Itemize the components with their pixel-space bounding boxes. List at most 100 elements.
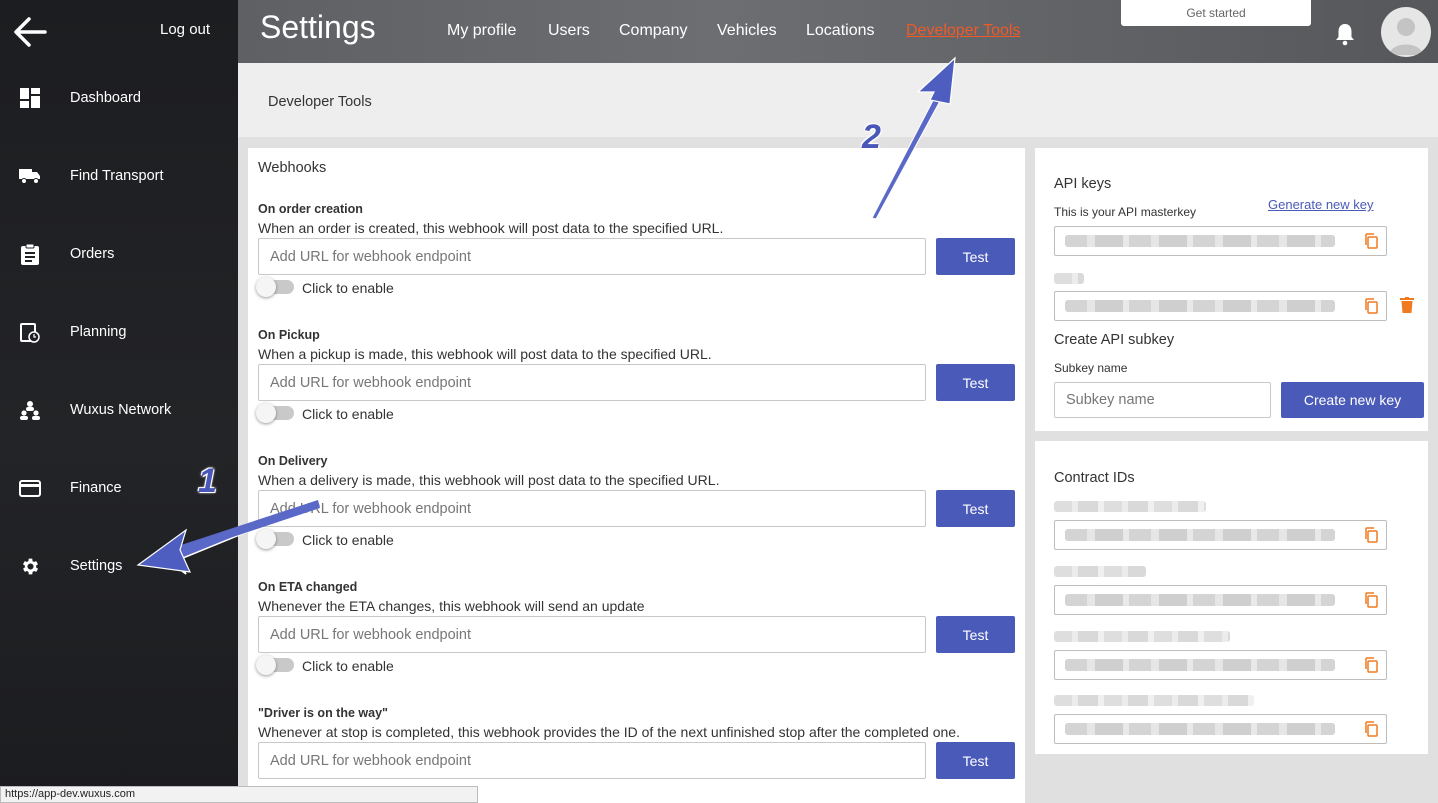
webhook-heading: On Delivery — [258, 454, 328, 468]
sidebar-item-label: Settings — [70, 558, 123, 574]
enable-toggle[interactable] — [256, 655, 294, 675]
webhook-heading: On Pickup — [258, 328, 320, 342]
webhooks-card: Webhooks On order creation When an order… — [248, 148, 1025, 803]
copy-icon[interactable] — [1364, 721, 1378, 737]
sidebar-item-label: Planning — [70, 324, 127, 340]
webhook-delivery: On Delivery When a delivery is made, thi… — [256, 454, 1015, 564]
webhook-description: Whenever at stop is completed, this webh… — [258, 724, 960, 740]
subkey-name-input[interactable] — [1054, 382, 1271, 418]
redacted-value — [1065, 529, 1335, 541]
webhook-url-input[interactable] — [258, 238, 926, 275]
contract-id-field[interactable] — [1054, 650, 1387, 680]
toggle-label: Click to enable — [302, 658, 394, 674]
tab-developer-tools[interactable]: Developer Tools — [906, 22, 1020, 40]
redacted-value — [1065, 594, 1335, 606]
subkey-name-label: Subkey name — [1054, 361, 1128, 375]
gear-icon — [19, 555, 41, 577]
sidebar-item-label: Find Transport — [70, 168, 164, 184]
test-button[interactable]: Test — [936, 742, 1015, 779]
toggle-label: Click to enable — [302, 406, 394, 422]
redacted-value — [1065, 235, 1335, 247]
redacted-value — [1065, 723, 1335, 735]
annotation-number-1: 1 — [198, 462, 217, 500]
toggle-label: Click to enable — [302, 532, 394, 548]
webhook-description: When a delivery is made, this webhook wi… — [258, 472, 720, 488]
page-title: Settings — [260, 9, 376, 45]
masterkey-label: This is your API masterkey — [1054, 205, 1197, 219]
contract-id-field[interactable] — [1054, 714, 1387, 744]
webhook-url-input[interactable] — [258, 742, 926, 779]
network-icon — [19, 399, 41, 421]
truck-icon — [19, 165, 41, 187]
annotation-number-2: 2 — [862, 118, 881, 156]
contract-id-field[interactable] — [1054, 585, 1387, 615]
create-subkey-title: Create API subkey — [1054, 332, 1175, 348]
trash-icon[interactable] — [1400, 297, 1414, 313]
clipboard-icon — [19, 243, 41, 265]
test-button[interactable]: Test — [936, 364, 1015, 401]
redacted-value — [1065, 300, 1335, 312]
webhook-url-input[interactable] — [258, 364, 926, 401]
redacted-value — [1065, 659, 1335, 671]
copy-icon[interactable] — [1364, 233, 1378, 249]
tab-vehicles[interactable]: Vehicles — [717, 22, 777, 40]
back-arrow-icon[interactable] — [12, 14, 48, 50]
webhook-order-creation: On order creation When an order is creat… — [256, 202, 1015, 312]
tab-my-profile[interactable]: My profile — [447, 22, 516, 40]
create-key-button[interactable]: Create new key — [1281, 382, 1424, 418]
status-url: https://app-dev.wuxus.com — [0, 786, 478, 803]
webhook-url-input[interactable] — [258, 490, 926, 527]
webhook-heading: On ETA changed — [258, 580, 358, 594]
sidebar-item-find-transport[interactable]: Find Transport — [0, 156, 238, 196]
enable-toggle[interactable] — [256, 403, 294, 423]
copy-icon[interactable] — [1364, 298, 1378, 314]
bell-icon[interactable] — [1334, 22, 1356, 46]
top-header: Settings My profile Users Company Vehicl… — [238, 0, 1438, 63]
redacted-contract-label — [1054, 501, 1206, 512]
webhook-description: Whenever the ETA changes, this webhook w… — [258, 598, 645, 614]
webhook-heading: "Driver is on the way" — [258, 706, 388, 720]
webhooks-title: Webhooks — [258, 160, 327, 176]
sidebar-item-planning[interactable]: Planning — [0, 312, 238, 352]
tab-company[interactable]: Company — [619, 22, 687, 40]
sidebar-item-label: Wuxus Network — [70, 402, 172, 418]
logout-link[interactable]: Log out — [160, 21, 210, 38]
webhook-url-input[interactable] — [258, 616, 926, 653]
subkey-field[interactable] — [1054, 291, 1387, 321]
contract-id-field[interactable] — [1054, 520, 1387, 550]
credit-card-icon — [19, 477, 41, 499]
enable-toggle[interactable] — [256, 529, 294, 549]
redacted-subkey-name — [1054, 273, 1084, 284]
generate-key-link[interactable]: Generate new key — [1268, 197, 1374, 212]
enable-toggle[interactable] — [256, 277, 294, 297]
breadcrumb: Developer Tools — [268, 94, 372, 110]
avatar[interactable] — [1381, 7, 1431, 57]
test-button[interactable]: Test — [936, 238, 1015, 275]
webhook-pickup: On Pickup When a pickup is made, this we… — [256, 328, 1015, 438]
calendar-clock-icon — [19, 321, 41, 343]
test-button[interactable]: Test — [936, 616, 1015, 653]
api-keys-title: API keys — [1054, 176, 1112, 192]
copy-icon[interactable] — [1364, 592, 1378, 608]
toggle-label: Click to enable — [302, 280, 394, 296]
contract-ids-title: Contract IDs — [1054, 470, 1135, 486]
tab-users[interactable]: Users — [548, 22, 590, 40]
get-started-button[interactable]: Get started — [1121, 0, 1311, 26]
breadcrumb-bar: Developer Tools — [238, 63, 1438, 137]
sidebar-item-orders[interactable]: Orders — [0, 234, 238, 274]
sidebar-item-dashboard[interactable]: Dashboard — [0, 78, 238, 118]
sidebar-item-network[interactable]: Wuxus Network — [0, 390, 238, 430]
sidebar-item-label: Orders — [70, 246, 115, 262]
tab-locations[interactable]: Locations — [806, 22, 875, 40]
webhook-description: When a pickup is made, this webhook will… — [258, 346, 712, 362]
webhook-description: When an order is created, this webhook w… — [258, 220, 724, 236]
webhook-eta-changed: On ETA changed Whenever the ETA changes,… — [256, 580, 1015, 690]
copy-icon[interactable] — [1364, 527, 1378, 543]
masterkey-field[interactable] — [1054, 226, 1387, 256]
copy-icon[interactable] — [1364, 657, 1378, 673]
sidebar-item-settings[interactable]: Settings — [0, 546, 238, 586]
sidebar: Log out Dashboard Find Transport Orders … — [0, 0, 238, 803]
test-button[interactable]: Test — [936, 490, 1015, 527]
contract-ids-card: Contract IDs — [1035, 441, 1428, 754]
sidebar-item-label: Dashboard — [70, 90, 141, 106]
